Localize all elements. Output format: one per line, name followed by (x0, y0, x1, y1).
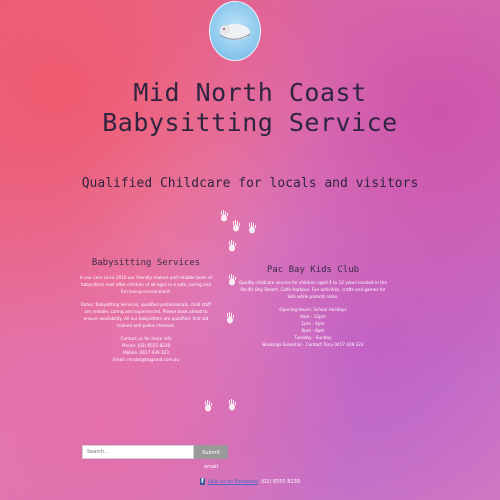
hours-line: Tuesday - Sunday (294, 335, 332, 340)
logo (209, 1, 261, 61)
email-input[interactable] (82, 445, 194, 459)
title-line-1: Mid North Coast (133, 78, 367, 107)
footer-phone: (02) 6555 8239 (261, 478, 300, 485)
contact-mobile: Mobile: 0417 439 323 (123, 350, 169, 355)
contact-heading: Contact us for more info (120, 336, 172, 341)
section-heading: Pac Bay Kids Club (266, 265, 360, 275)
section-heading: Babysitting Services (91, 258, 201, 268)
rates-paragraph: Rates: Babysitting Services, qualified p… (80, 302, 212, 328)
babysitting-services-section: Babysitting Services In our care since 2… (78, 258, 214, 363)
kids-club-paragraph: Quality childcare service for children a… (239, 280, 387, 299)
page-title: Mid North Coast Babysitting Service (60, 78, 440, 138)
footer: f Like us on Facebook (02) 6555 8239 (200, 478, 300, 485)
contact-phone: Phone: (02) 6555 8239 (121, 343, 171, 348)
intro-paragraph: In our care since 2010 our friendly matu… (79, 275, 213, 294)
hours-line: 6pm - 8pm (301, 328, 325, 333)
hours-line: 1pm - 4pm (301, 321, 325, 326)
kids-club-section: Pac Bay Kids Club Quality childcare serv… (238, 265, 388, 348)
submit-button[interactable]: Submit email (194, 445, 228, 470)
facebook-link[interactable]: Like us on Facebook (208, 479, 258, 485)
title-line-2: Babysitting Service (102, 108, 398, 137)
page-tagline: Qualified Childcare for locals and visit… (81, 176, 419, 191)
baby-logo-icon (219, 24, 251, 40)
handprints-decoration (205, 210, 256, 412)
hours-line: 9am - 12pm (300, 314, 326, 319)
contact-email[interactable]: Email: mncbs@bigpond.com.au (78, 356, 214, 363)
bookings-note: Bookings Essential - Contact Tony 0417 4… (262, 342, 364, 347)
facebook-icon[interactable]: f (200, 478, 205, 485)
hours-heading: Opening Hours: School Holidays (279, 307, 347, 312)
